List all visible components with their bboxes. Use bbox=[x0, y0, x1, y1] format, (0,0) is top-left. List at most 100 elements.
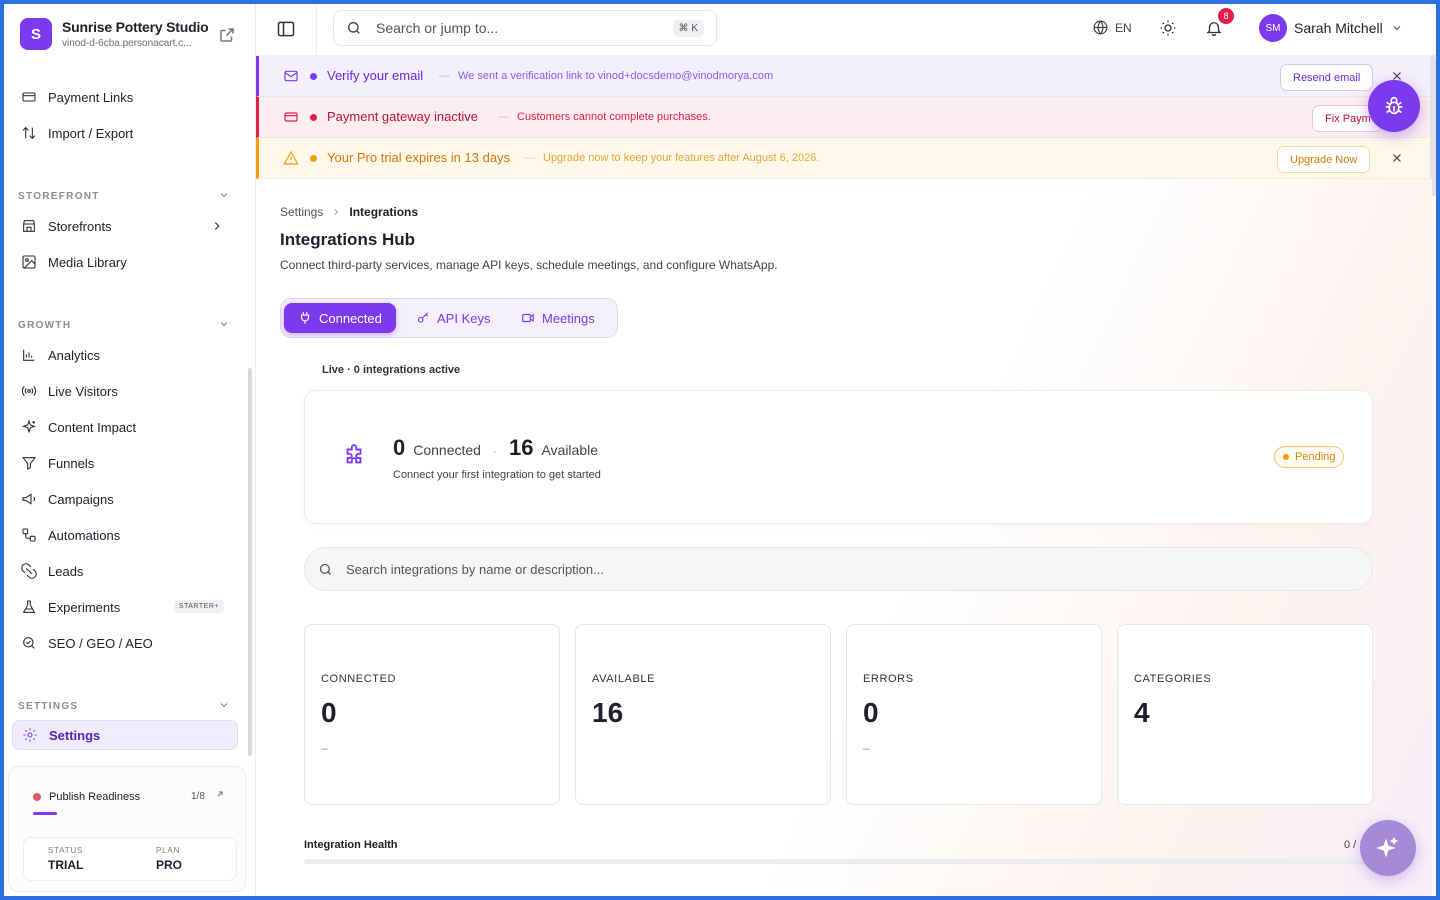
status-value: TRIAL bbox=[48, 858, 84, 872]
bug-report-button[interactable] bbox=[1368, 80, 1420, 132]
sidebar-item-payment-links[interactable]: Payment Links bbox=[20, 82, 234, 112]
banner-dash: — bbox=[439, 70, 450, 82]
section-label: GROWTH bbox=[18, 320, 72, 331]
page-scrollbar[interactable] bbox=[1430, 56, 1436, 196]
payment-gateway-banner: Payment gateway inactive — Customers can… bbox=[256, 97, 1432, 138]
sun-icon[interactable] bbox=[1159, 19, 1177, 37]
workflow-icon bbox=[20, 526, 38, 544]
stat-value: 0 bbox=[863, 697, 879, 728]
sidebar-item-campaigns[interactable]: Campaigns bbox=[20, 484, 234, 514]
status-dot bbox=[310, 73, 317, 80]
stat-value: 16 bbox=[592, 697, 624, 728]
sidebar-item-seo[interactable]: SEO / GEO / AEO bbox=[20, 628, 234, 658]
sidebar-item-label: Media Library bbox=[48, 254, 127, 270]
status-dot bbox=[33, 793, 41, 801]
sidebar-item-label: Campaigns bbox=[48, 491, 114, 507]
breadcrumb-settings[interactable]: Settings bbox=[280, 205, 323, 219]
globe-icon bbox=[1093, 20, 1108, 35]
sidebar-toggle-icon[interactable] bbox=[276, 19, 296, 39]
resend-email-button[interactable]: Resend email bbox=[1280, 64, 1374, 91]
status-label: STATUS bbox=[48, 846, 84, 855]
arrows-updown-icon bbox=[20, 124, 38, 142]
publish-readiness-count: 1/8 bbox=[191, 791, 205, 802]
tab-connected[interactable]: Connected bbox=[284, 303, 396, 333]
search-placeholder: Search or jump to... bbox=[376, 20, 499, 36]
banner-dash: — bbox=[524, 152, 535, 164]
sidebar-item-label: Settings bbox=[49, 727, 101, 743]
close-icon[interactable] bbox=[1390, 151, 1404, 165]
plug-icon bbox=[300, 312, 310, 324]
section-settings[interactable]: SETTINGS bbox=[18, 701, 228, 712]
sidebar-item-experiments[interactable]: Experiments STARTER+ bbox=[20, 592, 234, 622]
language-selector[interactable]: EN bbox=[1092, 19, 1132, 36]
sidebar-scrollbar[interactable] bbox=[248, 368, 252, 756]
breadcrumb-current: Integrations bbox=[349, 205, 419, 219]
sidebar-item-label: Leads bbox=[48, 563, 84, 579]
banner-title: Payment gateway inactive bbox=[327, 109, 479, 124]
tab-meetings[interactable]: Meetings bbox=[507, 303, 609, 333]
chevron-right-icon bbox=[214, 222, 220, 230]
upgrade-now-button[interactable]: Upgrade Now bbox=[1277, 146, 1371, 173]
status-dot bbox=[310, 155, 317, 162]
sidebar-item-import-export[interactable]: Import / Export bbox=[20, 118, 234, 148]
stat-card-errors: ERRORS 0 – bbox=[846, 624, 1102, 805]
brand-name: Sunrise Pottery Studio bbox=[62, 19, 209, 35]
user-name: Sarah Mitchell bbox=[1294, 20, 1383, 36]
language-code: EN bbox=[1115, 20, 1132, 35]
sidebar-item-label: Live Visitors bbox=[48, 383, 118, 399]
brand-subdomain: vinod-d-6cba.personacart.c... bbox=[62, 38, 192, 49]
integration-health-bar bbox=[304, 859, 1373, 864]
store-icon bbox=[20, 217, 38, 235]
funnel-icon bbox=[20, 454, 38, 472]
mail-icon bbox=[284, 70, 298, 82]
sidebar-item-label: Automations bbox=[48, 527, 121, 543]
section-storefront[interactable]: STOREFRONT bbox=[18, 191, 228, 202]
seo-search-icon bbox=[20, 634, 38, 652]
megaphone-icon bbox=[20, 490, 38, 508]
publish-readiness-card[interactable]: Publish Readiness 1/8 STATUS TRIAL PLAN … bbox=[8, 766, 246, 892]
stat-card-available: AVAILABLE 16 bbox=[575, 624, 831, 805]
stat-label: CONNECTED bbox=[321, 673, 397, 685]
ai-assistant-button[interactable] bbox=[1360, 820, 1416, 876]
summary-hint: Connect your first integration to get st… bbox=[393, 469, 601, 481]
radio-icon bbox=[20, 382, 38, 400]
key-icon bbox=[417, 312, 429, 323]
banner-title: Your Pro trial expires in 13 days bbox=[327, 150, 511, 165]
sidebar-item-leads[interactable]: Leads bbox=[20, 556, 234, 586]
plan-badge: STARTER+ bbox=[173, 600, 224, 613]
magnet-icon bbox=[20, 562, 38, 580]
sidebar-item-label: Funnels bbox=[48, 455, 95, 471]
stat-label: AVAILABLE bbox=[592, 673, 656, 685]
integration-tabs: Connected API Keys Meetings bbox=[280, 298, 618, 338]
brand[interactable]: S Sunrise Pottery Studio vinod-d-6cba.pe… bbox=[20, 18, 209, 50]
status-dot bbox=[1283, 454, 1289, 460]
sidebar-item-settings[interactable]: Settings bbox=[12, 720, 238, 750]
sidebar-item-funnels[interactable]: Funnels bbox=[20, 448, 234, 478]
sidebar-item-label: Analytics bbox=[48, 347, 101, 363]
keyboard-shortcut: ⌘ K bbox=[672, 20, 704, 37]
sidebar-item-storefronts[interactable]: Storefronts bbox=[20, 211, 234, 241]
section-label: STOREFRONT bbox=[18, 191, 100, 202]
integration-search-input[interactable]: Search integrations by name or descripti… bbox=[304, 547, 1373, 591]
arrow-up-right-icon[interactable] bbox=[215, 789, 225, 799]
status-column: STATUS TRIAL bbox=[48, 846, 83, 872]
external-link-icon[interactable] bbox=[218, 26, 236, 44]
sidebar-item-live-visitors[interactable]: Live Visitors bbox=[20, 376, 234, 406]
sidebar-item-analytics[interactable]: Analytics bbox=[20, 340, 234, 370]
sidebar-item-label: SEO / GEO / AEO bbox=[48, 635, 153, 651]
user-menu[interactable]: SM Sarah Mitchell bbox=[1259, 14, 1403, 42]
brand-avatar: S bbox=[20, 18, 52, 50]
gear-icon bbox=[21, 726, 39, 744]
search-icon bbox=[319, 563, 331, 575]
image-icon bbox=[20, 253, 38, 271]
tab-api-keys[interactable]: API Keys bbox=[402, 303, 504, 333]
sidebar-item-content-impact[interactable]: Content Impact bbox=[20, 412, 234, 442]
sidebar-item-media-library[interactable]: Media Library bbox=[20, 247, 234, 277]
connected-label: Connected bbox=[413, 442, 481, 458]
sidebar-item-automations[interactable]: Automations bbox=[20, 520, 234, 550]
stat-sub: – bbox=[863, 741, 870, 755]
global-search-input[interactable]: Search or jump to... ⌘ K bbox=[333, 10, 717, 46]
banner-description: Customers cannot complete purchases. bbox=[517, 111, 711, 123]
video-icon bbox=[522, 313, 534, 323]
section-growth[interactable]: GROWTH bbox=[18, 320, 228, 331]
